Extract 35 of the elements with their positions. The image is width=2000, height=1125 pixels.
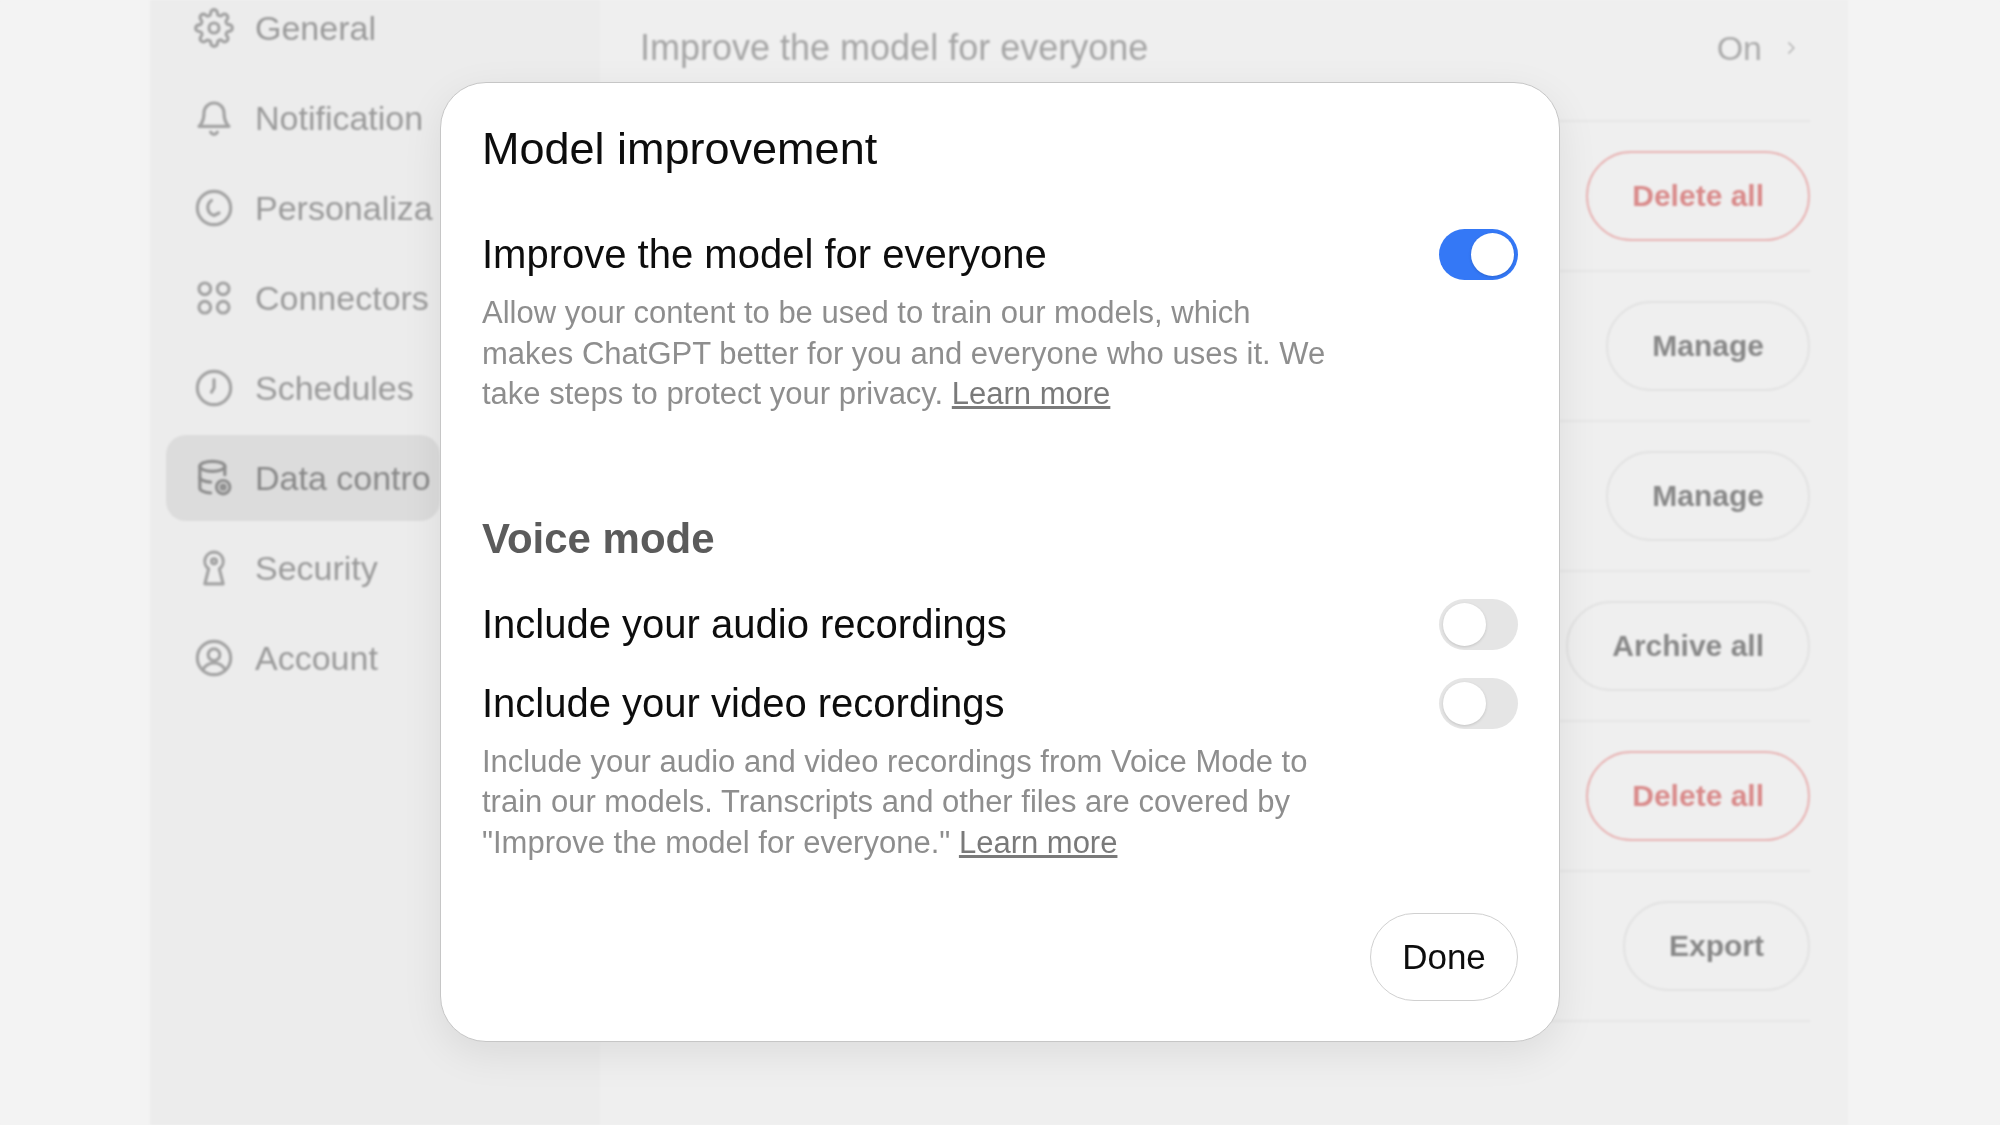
action-button[interactable]: Export	[1623, 901, 1810, 991]
learn-more-link[interactable]: Learn more	[951, 376, 1111, 411]
sidebar-item[interactable]: Data contro	[166, 435, 440, 521]
clock-icon	[194, 368, 234, 408]
section-heading: Voice mode	[482, 514, 716, 563]
action-button[interactable]: Manage	[1606, 301, 1810, 391]
toggle-label: Include your video recordings	[482, 679, 1005, 727]
four-circles-icon	[194, 278, 234, 318]
delete-button[interactable]: Delete all	[1586, 151, 1810, 241]
action-button[interactable]: Manage	[1606, 451, 1810, 541]
sidebar-item[interactable]: Schedules	[166, 345, 440, 431]
toggle-label: Include your audio recordings	[482, 600, 1007, 648]
sidebar-item[interactable]: Connectors	[166, 255, 440, 341]
sidebar-item[interactable]: General	[166, 0, 440, 71]
delete-button[interactable]: Delete all	[1586, 751, 1810, 841]
bell-icon	[194, 98, 234, 138]
user-circle-icon	[194, 638, 234, 678]
gear-icon	[194, 8, 234, 48]
setting-label: Improve the model for everyone	[640, 30, 1149, 66]
description-text: Allow your content to be used to train our models, which makes ChatGPT better for you and everyone who uses it. We take steps to protect your privacy. Learn more	[482, 294, 1327, 413]
description-text: Include your audio and video recordings from Voice Mode to train our models. Transcripts and other files are covered by "Improve the model for everyone." Learn more	[482, 742, 1309, 862]
done-button[interactable]: Done	[1370, 913, 1518, 1001]
sidebar-item[interactable]: Security	[166, 525, 440, 611]
sidebar-item[interactable]: Personaliza	[166, 165, 440, 251]
circle-arc-icon	[194, 188, 234, 228]
setting-value: On	[1716, 30, 1762, 66]
toggle-label: Improve the model for everyone	[482, 231, 1047, 278]
toggle-switch[interactable]	[1439, 229, 1518, 280]
sidebar-item[interactable]: Notification	[166, 75, 440, 161]
sidebar-item[interactable]: Account	[166, 615, 440, 701]
toggle-switch[interactable]	[1439, 598, 1518, 650]
learn-more-link[interactable]: Learn more	[958, 824, 1118, 860]
action-button[interactable]: Archive all	[1566, 601, 1810, 691]
dialog-title: Model improvement	[482, 123, 879, 175]
toggle-switch[interactable]	[1439, 677, 1518, 729]
